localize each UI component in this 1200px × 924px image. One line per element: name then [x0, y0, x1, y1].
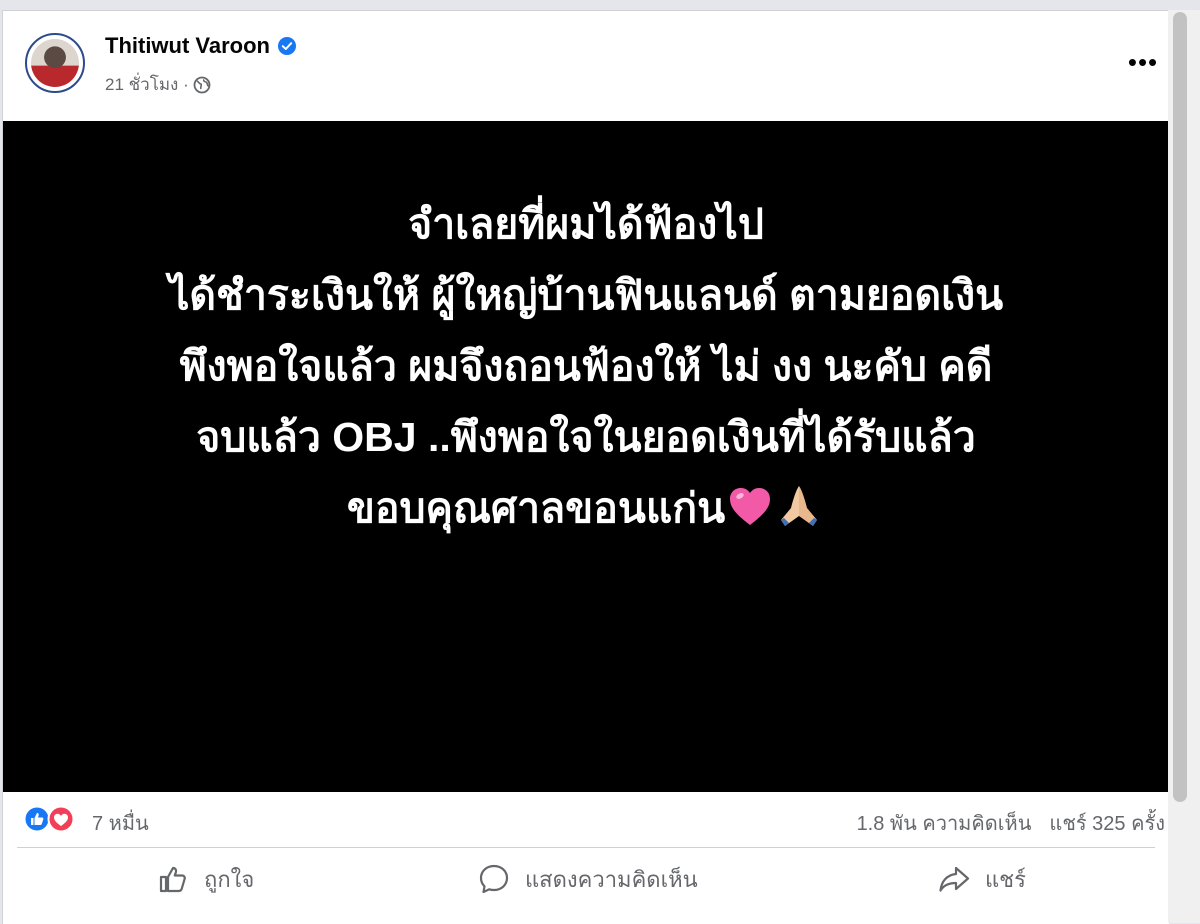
- scrollbar[interactable]: [1168, 10, 1200, 923]
- author-name[interactable]: Thitiwut Varoon: [105, 33, 270, 59]
- scrollbar-thumb[interactable]: [1173, 12, 1187, 802]
- share-icon: [939, 866, 970, 892]
- share-count[interactable]: แชร์ 325 ครั้ง: [1049, 813, 1165, 835]
- reaction-count[interactable]: 7 หมื่น: [92, 807, 149, 839]
- avatar-photo: [31, 39, 79, 87]
- like-label: ถูกใจ: [204, 866, 255, 892]
- post-image-text: จำเลยที่ผมได้ฟ้องไป ได้ชำระเงินให้ ผู้ให…: [3, 189, 1169, 544]
- post-meta: 21 ชั่วโมง ·: [105, 71, 211, 98]
- pink-heart-emoji: [730, 488, 771, 525]
- image-text-line-2: ได้ชำระเงินให้ ผู้ใหญ่บ้านฟินแลนด์ ตามยอ…: [168, 272, 1004, 318]
- comment-label: แสดงความคิดเห็น: [525, 866, 698, 892]
- reaction-icons[interactable]: [23, 805, 79, 833]
- comment-count[interactable]: 1.8 พัน ความคิดเห็น: [857, 813, 1032, 835]
- globe-icon: [193, 76, 211, 93]
- reactions-bar: 7 หมื่น 1.8 พัน ความคิดเห็น แชร์ 325 ครั้…: [3, 799, 1169, 839]
- post-actions: ถูกใจ แสดงความคิดเห็น แชร์: [3, 849, 1169, 909]
- image-text-line-5: ขอบคุณศาลขอนแก่น: [346, 485, 726, 531]
- love-reaction-icon: [47, 805, 75, 833]
- post-stats: 1.8 พัน ความคิดเห็น แชร์ 325 ครั้ง: [839, 807, 1165, 839]
- comment-icon: [479, 864, 509, 894]
- verified-badge-icon: [278, 37, 296, 55]
- image-text-line-1: จำเลยที่ผมได้ฟ้องไป: [408, 201, 764, 247]
- like-reaction-icon: [23, 805, 51, 833]
- like-button[interactable]: ถูกใจ: [156, 855, 254, 903]
- image-text-line-3: พึงพอใจแล้ว ผมจึงถอนฟ้องให้ ไม่ งง นะคับ…: [179, 343, 993, 389]
- action-divider: [17, 847, 1155, 848]
- post-header: Thitiwut Varoon 21 ชั่วโมง · •••: [3, 11, 1169, 119]
- comment-button[interactable]: แสดงความคิดเห็น: [477, 855, 698, 903]
- folded-hands-emoji: [781, 486, 818, 526]
- more-options-icon[interactable]: •••: [1121, 47, 1165, 77]
- author-name-row: Thitiwut Varoon: [105, 33, 296, 59]
- thumbs-up-icon: [159, 866, 186, 893]
- image-text-line-4: จบแล้ว OBJ ..พึงพอใจในยอดเงินที่ได้รับแล…: [196, 414, 976, 460]
- post-card: Thitiwut Varoon 21 ชั่วโมง · ••• จำเลยที…: [2, 10, 1169, 924]
- share-button[interactable]: แชร์: [937, 855, 1026, 903]
- image-text-line-5-wrap: ขอบคุณศาลขอนแก่น: [3, 473, 1169, 544]
- post-time[interactable]: 21 ชั่วโมง ·: [105, 71, 189, 98]
- avatar[interactable]: [25, 33, 85, 93]
- share-label: แชร์: [985, 866, 1026, 892]
